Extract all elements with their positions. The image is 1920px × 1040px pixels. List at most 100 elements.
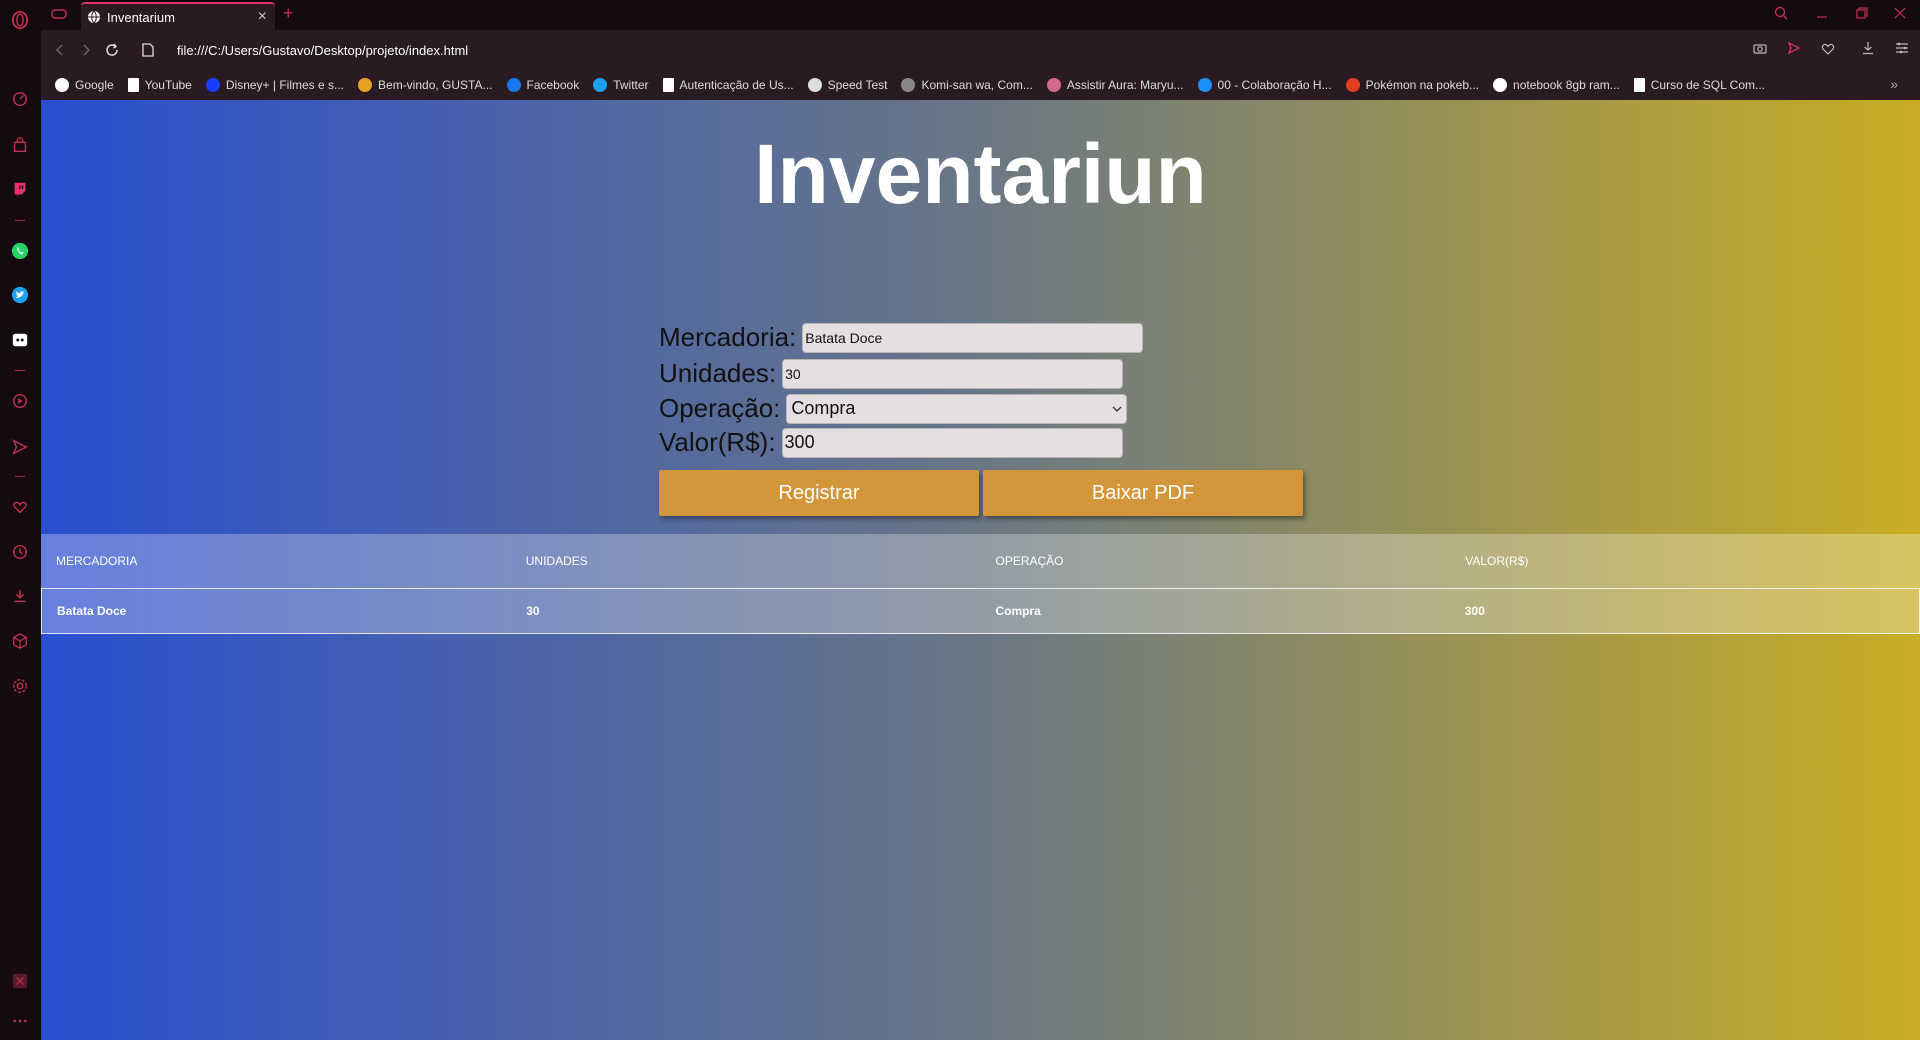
bookmark-item[interactable]: notebook 8gb ram...: [1493, 78, 1620, 92]
inventory-table: MERCADORIA UNIDADES OPERAÇÃO VALOR(R$) Bata…: [41, 534, 1920, 634]
sidebar-separator: [15, 370, 25, 371]
bookmark-item[interactable]: Twitter: [593, 78, 649, 92]
send-icon[interactable]: [9, 436, 31, 458]
mercadoria-input[interactable]: [802, 322, 1144, 353]
url-field[interactable]: file:///C:/Users/Gustavo/Desktop/projeto…: [177, 43, 468, 58]
baixar-pdf-button[interactable]: Baixar PDF: [983, 470, 1303, 516]
speed-dial-icon[interactable]: [9, 88, 31, 110]
bookmark-item[interactable]: YouTube: [127, 78, 192, 92]
bookmark-item[interactable]: Assistir Aura: Maryu...: [1046, 78, 1184, 92]
globe-icon: [88, 10, 100, 24]
operacao-row: Operação: Compra: [659, 393, 1128, 424]
tv-icon: [901, 78, 916, 92]
column-header: VALOR(R$): [1465, 554, 1529, 568]
tab-title: Inventarium: [107, 9, 175, 25]
browser-sidebar: [0, 0, 41, 1040]
bookmark-item[interactable]: Facebook: [506, 78, 579, 92]
operacao-select[interactable]: Compra: [786, 393, 1128, 424]
bookmark-label: Twitter: [613, 78, 649, 92]
bookmark-item[interactable]: 00 - Colaboração H...: [1197, 78, 1332, 92]
column-header: MERCADORIA: [56, 554, 138, 568]
search-tabs-icon[interactable]: [1774, 6, 1788, 23]
bookmark-label: Pokémon na pokeb...: [1365, 78, 1480, 92]
bookmark-label: notebook 8gb ram...: [1513, 78, 1620, 92]
google-icon: [55, 78, 69, 92]
bookmark-item[interactable]: Speed Test: [807, 78, 887, 92]
tab-inventarium[interactable]: Inventarium ×: [81, 2, 275, 30]
downloads-icon[interactable]: [1858, 38, 1878, 58]
unidades-input[interactable]: [782, 358, 1124, 389]
discord-icon[interactable]: [9, 329, 31, 351]
table-cell: 30: [526, 604, 540, 618]
mercadoria-row: Mercadoria:: [659, 322, 1144, 353]
close-tab-icon[interactable]: ×: [258, 9, 267, 25]
mercadoria-label: Mercadoria:: [659, 322, 797, 352]
operacao-label: Operação:: [659, 393, 781, 423]
unidades-label: Unidades:: [659, 358, 777, 388]
avatar-icon: [1046, 78, 1061, 92]
close-window-icon[interactable]: [1894, 6, 1906, 22]
valor-input[interactable]: [781, 427, 1123, 458]
valor-label: Valor(R$):: [659, 427, 776, 457]
bookmark-item[interactable]: Pokémon na pokeb...: [1345, 78, 1480, 92]
app-tile-icon[interactable]: [9, 970, 31, 992]
bookmark-label: Assistir Aura: Maryu...: [1066, 78, 1184, 92]
tab-bar: Inventarium × +: [41, 0, 1920, 30]
minimize-icon[interactable]: [1816, 6, 1828, 22]
speedtest-icon: [807, 78, 822, 92]
bookmark-label: Disney+ | Filmes e s...: [225, 78, 345, 92]
facebook-icon: [506, 78, 521, 92]
bookmark-label: Bem-vindo, GUSTA...: [378, 78, 493, 92]
settings-gear-icon[interactable]: [9, 675, 31, 697]
tab-menu-icon[interactable]: [51, 7, 67, 26]
onedrive-icon: [1197, 78, 1212, 92]
flow-send-icon[interactable]: [1784, 38, 1804, 58]
extensions-cube-icon[interactable]: [9, 630, 31, 652]
whatsapp-icon[interactable]: [9, 240, 31, 262]
colorful-icon: [358, 78, 373, 92]
unidades-row: Unidades:: [659, 358, 1124, 389]
sidebar-separator: [15, 220, 25, 221]
player-icon[interactable]: [9, 390, 31, 412]
download-icon[interactable]: [9, 585, 31, 607]
bookmark-label: 00 - Colaboração H...: [1217, 78, 1332, 92]
reload-icon[interactable]: [99, 37, 125, 63]
page-content: Inventariun Mercadoria: Unidades: Operaç…: [41, 100, 1920, 1040]
column-header: UNIDADES: [525, 554, 588, 568]
twitch-icon[interactable]: [9, 178, 31, 200]
bookmark-item[interactable]: Autenticação de Us...: [662, 78, 794, 92]
file-page-icon: [135, 37, 161, 63]
restore-icon[interactable]: [1856, 6, 1868, 22]
sidebar-separator: [15, 476, 25, 477]
more-options-icon[interactable]: [9, 1010, 31, 1032]
bookmark-item[interactable]: Komi-san wa, Com...: [901, 78, 1033, 92]
bookmark-heart-icon[interactable]: [1818, 38, 1838, 58]
more-bookmarks-icon[interactable]: »: [1890, 76, 1898, 92]
twitter-icon[interactable]: [9, 284, 31, 306]
bookmark-label: Komi-san wa, Com...: [921, 78, 1033, 92]
easy-setup-icon[interactable]: [1892, 38, 1912, 58]
chevron-down-icon: [1112, 406, 1122, 412]
forward-icon[interactable]: [73, 37, 99, 63]
table-cell: Compra: [995, 604, 1041, 618]
heart-icon[interactable]: [9, 496, 31, 518]
new-tab-button[interactable]: +: [283, 3, 294, 24]
bookmark-label: Curso de SQL Com...: [1650, 78, 1766, 92]
twitter-icon: [593, 78, 608, 92]
shopping-bag-icon[interactable]: [9, 134, 31, 156]
registrar-button[interactable]: Registrar: [659, 470, 979, 516]
table-body: Batata Doce 30 Compra 300: [41, 588, 1920, 634]
bookmark-item[interactable]: Disney+ | Filmes e s...: [205, 78, 345, 92]
bookmark-item[interactable]: Bem-vindo, GUSTA...: [358, 78, 493, 92]
bookmarks-bar: Google YouTube Disney+ | Filmes e s... Bem-…: [41, 70, 1920, 100]
opera-logo-icon[interactable]: [9, 9, 31, 31]
back-icon[interactable]: [47, 37, 73, 63]
table-row[interactable]: Batata Doce 30 Compra 300: [41, 588, 1920, 634]
table-cell: 300: [1464, 604, 1485, 618]
history-icon[interactable]: [9, 541, 31, 563]
bookmark-label: Google: [75, 78, 114, 92]
bookmark-item[interactable]: Curso de SQL Com...: [1633, 78, 1766, 92]
bookmark-item[interactable]: Google: [55, 78, 114, 92]
snapshot-camera-icon[interactable]: [1750, 38, 1770, 58]
operacao-selected-value: Compra: [791, 398, 856, 418]
